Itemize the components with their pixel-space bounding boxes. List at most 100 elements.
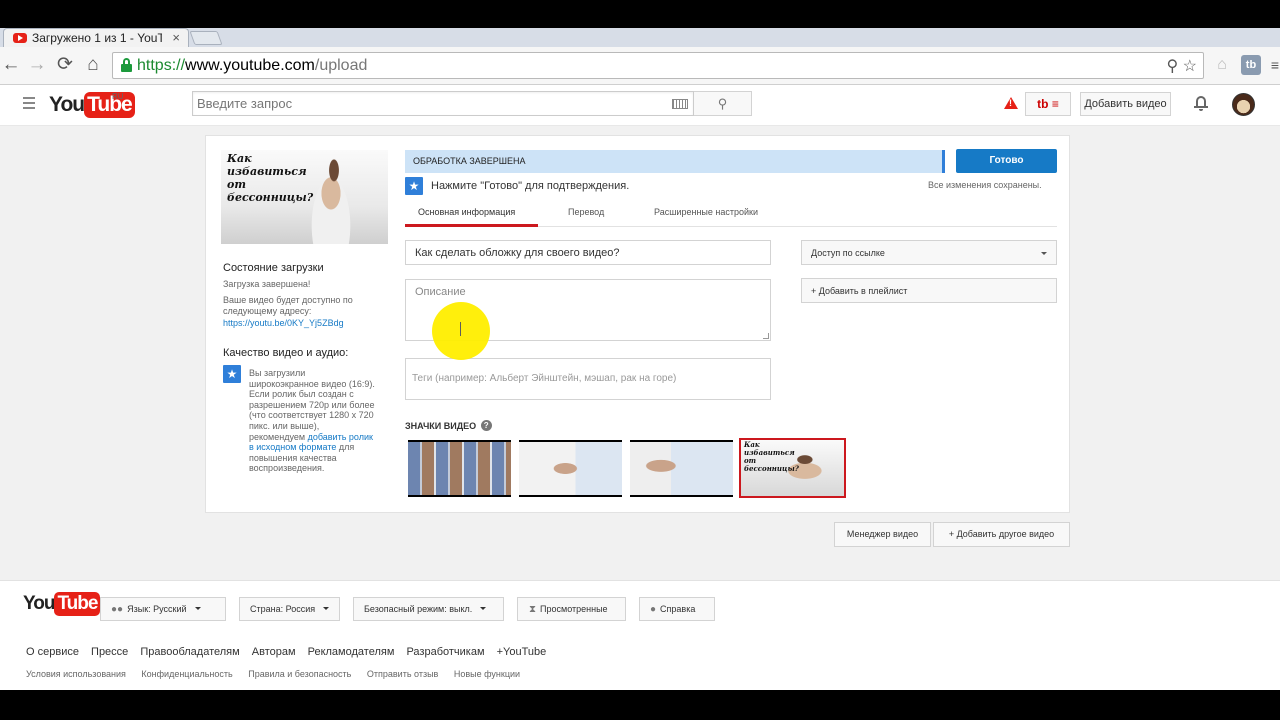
home-icon[interactable]: ⌂ bbox=[82, 54, 104, 76]
notifications-bell-icon[interactable] bbox=[1194, 95, 1208, 111]
mouse-cursor-highlight bbox=[432, 302, 490, 360]
info-star-icon: ★ bbox=[223, 365, 241, 383]
video-preview-thumbnail: Как избавиться от бессонницы? bbox=[221, 150, 388, 244]
logo-region: RU bbox=[112, 92, 124, 101]
privacy-select-value: Доступ по ссылке bbox=[811, 248, 885, 258]
add-another-video-button[interactable]: + Добавить другое видео bbox=[933, 522, 1070, 547]
footer-link-policy[interactable]: Правила и безопасность bbox=[248, 669, 351, 679]
preview-caption: Как избавиться от бессонницы? bbox=[227, 152, 314, 204]
confirm-text: Нажмите "Готово" для подтверждения. bbox=[431, 180, 630, 192]
people-icon: ●● bbox=[111, 604, 124, 615]
upload-status-text: Загрузка завершена! bbox=[223, 279, 311, 289]
bookmark-star-icon[interactable]: ☆ bbox=[1183, 58, 1197, 75]
zoom-icon[interactable]: ⚲ bbox=[1166, 58, 1178, 75]
masthead: YouTube RU ⚲ tb ≡ Добавить видео bbox=[0, 85, 1280, 126]
add-to-playlist-button[interactable]: + Добавить в плейлист bbox=[801, 278, 1057, 303]
history-button[interactable]: ⧗ Просмотренные bbox=[517, 597, 626, 621]
browser-tab[interactable]: Загружено 1 из 1 - YouTube × bbox=[3, 28, 189, 47]
guide-menu-icon[interactable] bbox=[23, 97, 35, 111]
thumbnails-label: ЗНАЧКИ ВИДЕО ? bbox=[405, 420, 492, 431]
help-icon[interactable]: ? bbox=[480, 420, 492, 431]
confirm-star-icon: ★ bbox=[405, 177, 423, 195]
footer-link-new-features[interactable]: Новые функции bbox=[454, 669, 520, 679]
country-picker[interactable]: Страна: Россия bbox=[239, 597, 340, 621]
quality-title: Качество видео и аудио: bbox=[223, 347, 349, 359]
help-icon: ● bbox=[650, 604, 657, 615]
thumbnail-option-custom[interactable]: Как избавиться от бессонницы? bbox=[739, 438, 846, 498]
browser-toolbar: ← → ⟳ ⌂ https://www.youtube.com/upload ⚲… bbox=[0, 47, 1280, 85]
description-placeholder: Описание bbox=[415, 286, 466, 298]
search-button[interactable]: ⚲ bbox=[694, 91, 752, 116]
youtube-logo[interactable]: You Tube RU bbox=[49, 92, 135, 118]
tab-close-icon[interactable]: × bbox=[172, 30, 180, 45]
tb-extension-icon[interactable]: tb bbox=[1241, 55, 1261, 75]
footer-link-copyright[interactable]: Правообладателям bbox=[140, 646, 239, 658]
reload-icon[interactable]: ⟳ bbox=[54, 54, 76, 76]
home-extension-icon[interactable]: ⌂ bbox=[1212, 55, 1232, 75]
custom-thumbnail-caption: Как избавиться от бессонницы? bbox=[744, 440, 799, 473]
done-button[interactable]: Готово bbox=[956, 149, 1057, 173]
chevron-down-icon bbox=[480, 607, 487, 610]
tab-basic-info[interactable]: Основная информация bbox=[418, 207, 515, 217]
thumbnail-option-1[interactable] bbox=[408, 440, 511, 497]
footer-primary-links: О сервисе Прессе Правообладателям Автора… bbox=[26, 646, 555, 658]
saved-status: Все изменения сохранены. bbox=[928, 180, 1042, 190]
chevron-down-icon bbox=[1041, 252, 1047, 255]
safety-mode-picker[interactable]: Безопасный режим: выкл. bbox=[353, 597, 504, 621]
lock-icon bbox=[121, 58, 132, 72]
search-input[interactable] bbox=[193, 92, 653, 115]
resize-handle[interactable] bbox=[763, 333, 769, 339]
chevron-down-icon bbox=[194, 607, 201, 610]
thumbnail-option-2[interactable] bbox=[519, 440, 622, 497]
privacy-select[interactable]: Доступ по ссылке bbox=[801, 240, 1057, 265]
tab-title: Загружено 1 из 1 - YouTube bbox=[32, 31, 162, 45]
tb-extension-button[interactable]: tb ≡ bbox=[1025, 92, 1071, 116]
language-picker[interactable]: ●● Язык: Русский bbox=[100, 597, 226, 621]
omnibox-icons: ⚲ ☆ bbox=[1166, 56, 1197, 76]
footer: You Tube ●● Язык: Русский Страна: Россия Б… bbox=[0, 580, 1280, 690]
quality-info-text: Вы загрузили широкоэкранное видео (16:9)… bbox=[249, 368, 375, 474]
new-tab-button[interactable] bbox=[189, 31, 223, 45]
footer-link-advertise[interactable]: Рекламодателям bbox=[308, 646, 395, 658]
processing-progress-bar: ОБРАБОТКА ЗАВЕРШЕНА bbox=[405, 150, 945, 173]
hourglass-icon: ⧗ bbox=[529, 604, 537, 615]
video-manager-button[interactable]: Менеджер видео bbox=[834, 522, 931, 547]
footer-link-privacy[interactable]: Конфиденциальность bbox=[141, 669, 232, 679]
upload-card: Как избавиться от бессонницы? Состояние … bbox=[205, 135, 1070, 513]
footer-secondary-links: Условия использования Конфиденциальность… bbox=[26, 669, 533, 679]
upload-video-button[interactable]: Добавить видео bbox=[1080, 92, 1171, 116]
tab-advanced-settings[interactable]: Расширенные настройки bbox=[654, 207, 758, 217]
avatar[interactable] bbox=[1232, 93, 1255, 116]
video-url-link[interactable]: https://youtu.be/0KY_Yj5ZBdg bbox=[223, 318, 344, 329]
tags-input[interactable]: Теги (например: Альберт Эйнштейн, мэшап,… bbox=[405, 358, 771, 400]
thumbnail-option-3[interactable] bbox=[630, 440, 733, 497]
browser-menu-icon[interactable]: ≡ bbox=[1265, 55, 1280, 75]
footer-link-plus-youtube[interactable]: +YouTube bbox=[497, 646, 547, 658]
help-button[interactable]: ● Справка bbox=[639, 597, 715, 621]
url-text: https://www.youtube.com/upload bbox=[137, 57, 368, 74]
footer-link-about[interactable]: О сервисе bbox=[26, 646, 79, 658]
chevron-down-icon bbox=[323, 607, 330, 610]
video-availability-text: Ваше видео будет доступно по следующему … bbox=[223, 295, 353, 316]
youtube-favicon-icon bbox=[13, 33, 27, 43]
footer-youtube-logo[interactable]: You Tube bbox=[23, 592, 101, 616]
browser-tabstrip: Загружено 1 из 1 - YouTube × bbox=[0, 28, 1280, 47]
footer-link-press[interactable]: Прессе bbox=[91, 646, 128, 658]
upload-tabs: Основная информация Перевод Расширенные … bbox=[405, 198, 1057, 227]
search-box bbox=[192, 91, 694, 116]
warning-icon[interactable] bbox=[1004, 97, 1018, 109]
footer-link-creators[interactable]: Авторам bbox=[252, 646, 296, 658]
footer-link-developers[interactable]: Разработчикам bbox=[406, 646, 484, 658]
address-bar[interactable]: https://www.youtube.com/upload ⚲ ☆ bbox=[112, 52, 1204, 79]
progress-label: ОБРАБОТКА ЗАВЕРШЕНА bbox=[413, 156, 526, 166]
upload-status-title: Состояние загрузки bbox=[223, 262, 324, 274]
title-input[interactable]: Как сделать обложку для своего видео? bbox=[405, 240, 771, 265]
active-tab-indicator bbox=[405, 224, 538, 227]
footer-link-feedback[interactable]: Отправить отзыв bbox=[367, 669, 438, 679]
back-icon[interactable]: ← bbox=[0, 54, 22, 76]
search-icon: ⚲ bbox=[717, 96, 728, 111]
footer-link-terms[interactable]: Условия использования bbox=[26, 669, 126, 679]
keyboard-icon[interactable] bbox=[672, 99, 688, 109]
tab-translation[interactable]: Перевод bbox=[568, 207, 604, 217]
forward-icon[interactable]: → bbox=[26, 54, 48, 76]
